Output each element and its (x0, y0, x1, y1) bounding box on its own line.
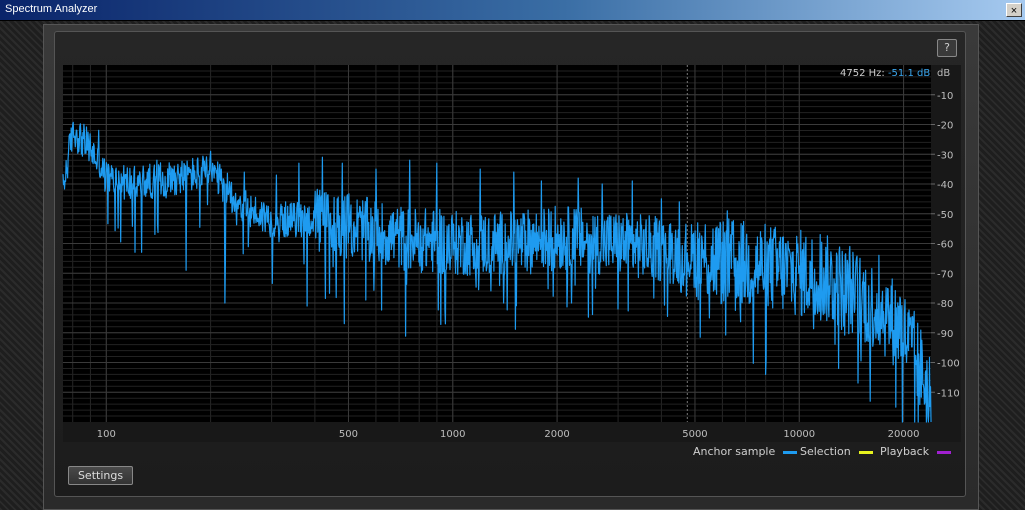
x-tick-label: 20000 (888, 429, 920, 440)
y-axis-label: dB (937, 68, 950, 79)
legend-anchor-swatch (783, 450, 798, 454)
cursor-readout: 4752 Hz: -51.1 dB (840, 68, 930, 79)
y-tick-label: -10 (937, 91, 953, 102)
y-tick-label: -80 (937, 299, 953, 310)
y-tick-label: -60 (937, 240, 953, 251)
legend-playback: Playback (880, 445, 952, 458)
legend-anchor-label: Anchor sample (693, 445, 776, 458)
x-tick-label: 5000 (682, 429, 707, 440)
legend-playback-swatch (937, 450, 952, 454)
y-tick-label: -100 (937, 359, 960, 370)
y-tick-label: -70 (937, 269, 953, 280)
y-tick-label: -110 (937, 388, 960, 399)
y-tick-label: -20 (937, 121, 953, 132)
spectrum-trace-anchor-sample (62, 121, 932, 423)
y-tick-label: -30 (937, 150, 953, 161)
legend-anchor: Anchor sample (693, 445, 798, 458)
legend-selection-swatch (858, 450, 873, 454)
x-tick-label: 10000 (783, 429, 815, 440)
legend-playback-label: Playback (880, 445, 930, 458)
legend-selection: Selection (800, 445, 873, 458)
y-tick-label: -90 (937, 329, 953, 340)
readout-frequency: 4752 Hz: (840, 68, 885, 79)
x-tick-label: 2000 (544, 429, 569, 440)
x-tick-label: 1000 (440, 429, 465, 440)
readout-level: -51.1 dB (887, 68, 931, 79)
settings-button[interactable]: Settings (68, 466, 133, 485)
legend-selection-label: Selection (800, 445, 851, 458)
x-tick-label: 500 (339, 429, 358, 440)
y-tick-label: -40 (937, 180, 953, 191)
y-tick-label: -50 (937, 210, 953, 221)
x-tick-label: 100 (97, 429, 116, 440)
